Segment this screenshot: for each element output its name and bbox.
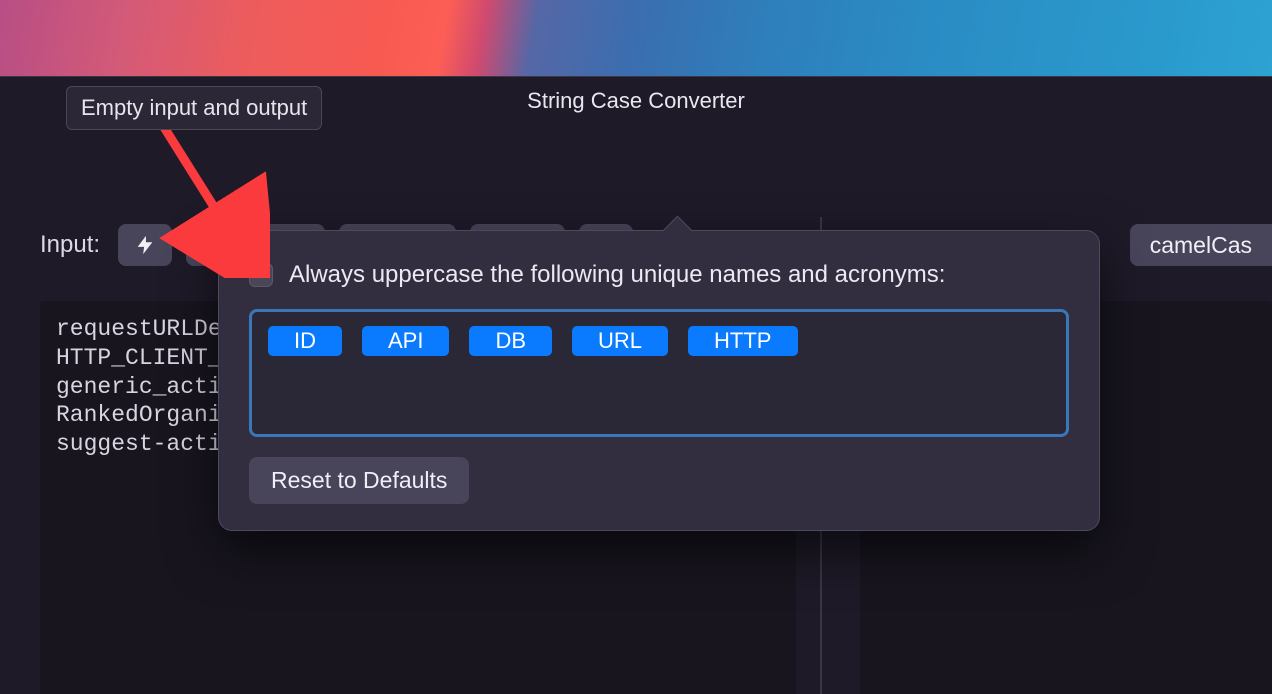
acronym-tag-input[interactable]: ID API DB URL HTTP bbox=[249, 309, 1069, 437]
input-line: RankedOrgani bbox=[56, 402, 222, 428]
acronym-tag[interactable]: DB bbox=[469, 326, 552, 356]
tooltip: Empty input and output bbox=[66, 86, 322, 130]
settings-popover: Always uppercase the following unique na… bbox=[218, 230, 1100, 531]
reset-to-defaults-button[interactable]: Reset to Defaults bbox=[249, 457, 469, 504]
acronym-tag[interactable]: HTTP bbox=[688, 326, 797, 356]
input-line: suggest-acti bbox=[56, 431, 222, 457]
window-title: String Case Converter bbox=[527, 88, 745, 114]
input-line: requestURLDe bbox=[56, 316, 222, 342]
desktop-background bbox=[0, 0, 1272, 76]
input-line: HTTP_CLIENT_ bbox=[56, 345, 222, 371]
bolt-icon bbox=[134, 233, 156, 257]
acronym-tag[interactable]: URL bbox=[572, 326, 668, 356]
always-uppercase-label: Always uppercase the following unique na… bbox=[289, 261, 945, 289]
case-mode-button[interactable]: camelCas bbox=[1130, 224, 1272, 266]
popover-checkbox-row: Always uppercase the following unique na… bbox=[249, 261, 1069, 289]
input-line: generic_acti bbox=[56, 374, 222, 400]
input-label: Input: bbox=[40, 231, 100, 259]
acronym-tag[interactable]: ID bbox=[268, 326, 342, 356]
tooltip-text: Empty input and output bbox=[81, 95, 307, 120]
always-uppercase-checkbox[interactable] bbox=[249, 263, 273, 287]
bolt-button[interactable] bbox=[118, 224, 172, 266]
acronym-tag[interactable]: API bbox=[362, 326, 449, 356]
